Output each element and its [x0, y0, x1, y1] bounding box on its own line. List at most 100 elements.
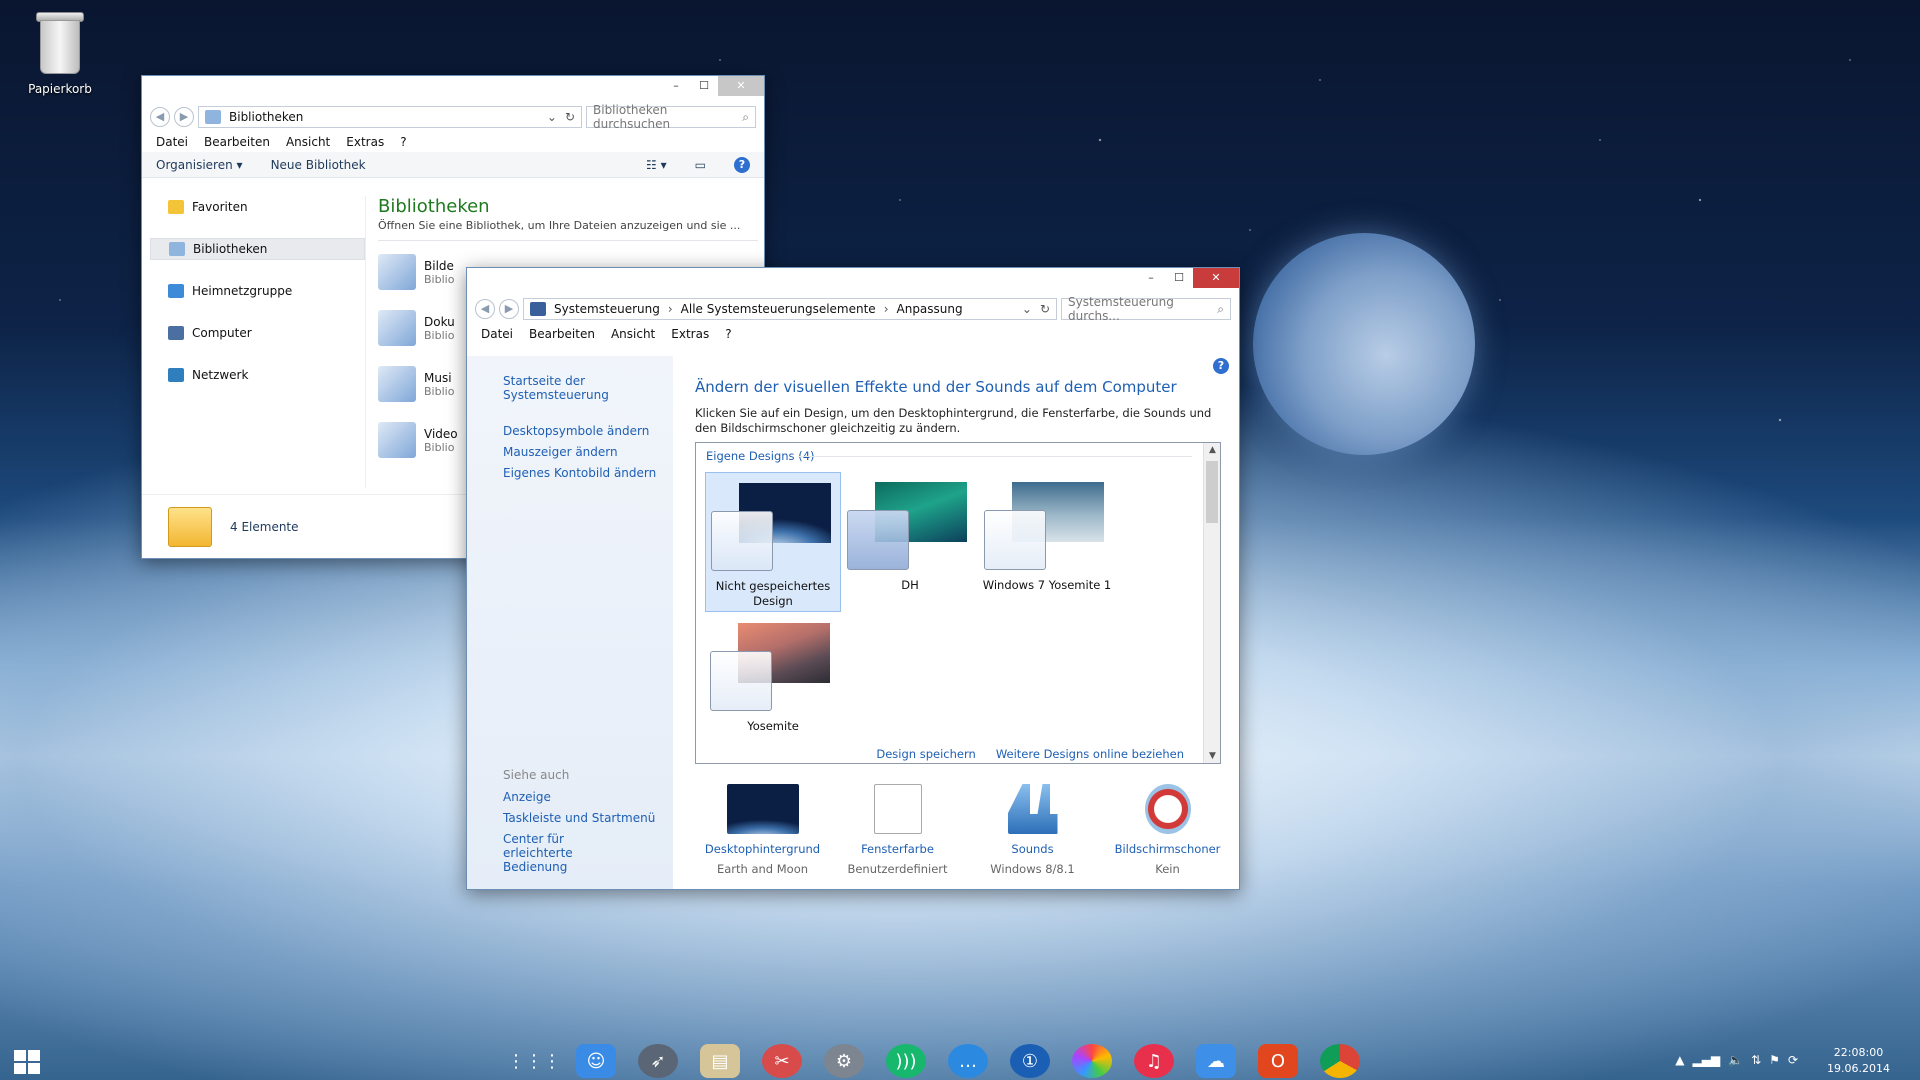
maximize-button[interactable]: ☐	[690, 76, 718, 96]
more-designs-link[interactable]: Weitere Designs online beziehen	[996, 747, 1184, 761]
refresh-icon[interactable]: ↻	[1040, 302, 1050, 316]
menu-ansicht[interactable]: Ansicht	[611, 327, 655, 341]
library-icon	[169, 242, 185, 256]
minimize-button[interactable]: –	[662, 76, 690, 96]
sounds-setting[interactable]: Sounds Windows 8/8.1	[965, 784, 1100, 876]
nav-computer[interactable]: Computer	[150, 322, 365, 344]
link-display[interactable]: Anzeige	[503, 790, 655, 804]
forward-arrow-icon[interactable]: ▶	[499, 299, 519, 319]
forward-arrow-icon[interactable]: ▶	[174, 107, 194, 127]
chevron-down-icon[interactable]: ⌄	[1022, 302, 1032, 316]
volume-icon[interactable]: 🔈	[1728, 1053, 1743, 1067]
breadcrumb-systemsteuerung[interactable]: Systemsteuerung	[554, 302, 660, 316]
photos-icon[interactable]	[1072, 1044, 1112, 1078]
notes-icon[interactable]: ▤	[700, 1044, 740, 1078]
system-tray: ▲ ▂▄▆ 🔈 ⇅ ⚑ ⟳	[1675, 1053, 1798, 1067]
recycle-bin[interactable]: Papierkorb	[22, 6, 98, 96]
sync-icon[interactable]: ⟳	[1788, 1053, 1798, 1067]
computer-icon	[168, 326, 184, 340]
explorer-titlebar[interactable]: – ☐ ✕	[142, 76, 764, 102]
link-mouse-pointers[interactable]: Mauszeiger ändern	[503, 445, 673, 459]
theme-item[interactable]: Yosemite	[705, 613, 841, 753]
breadcrumb-bibliotheken[interactable]: Bibliotheken	[229, 110, 303, 124]
menu-help[interactable]: ?	[725, 327, 731, 341]
recycle-bin-icon	[32, 6, 88, 76]
menu-extras[interactable]: Extras	[671, 327, 709, 341]
theme-item[interactable]: DH	[842, 472, 978, 612]
explorer-search-input[interactable]: Bibliotheken durchsuchen ⌕	[586, 103, 756, 131]
chrome-icon[interactable]	[1320, 1044, 1360, 1078]
theme-item[interactable]: Nicht gespeichertes Design	[705, 472, 841, 612]
back-arrow-icon[interactable]: ◀	[475, 299, 495, 319]
videos-icon	[378, 422, 416, 458]
password-manager-icon[interactable]: ①	[1010, 1044, 1050, 1078]
close-button[interactable]: ✕	[718, 76, 764, 96]
back-arrow-icon[interactable]: ◀	[150, 107, 170, 127]
office-icon[interactable]: O	[1258, 1044, 1298, 1078]
breadcrumb-alle-elemente[interactable]: Alle Systemsteuerungselemente	[681, 302, 876, 316]
launchpad-rocket-icon[interactable]: ➶	[638, 1044, 678, 1078]
personalization-window[interactable]: – ☐ ✕ ◀ ▶ Systemsteuerung › Alle Systems…	[466, 267, 1240, 890]
menu-datei[interactable]: Datei	[481, 327, 513, 341]
settings-gear-icon[interactable]: ⚙	[824, 1044, 864, 1078]
breadcrumb-anpassung[interactable]: Anpassung	[897, 302, 963, 316]
view-options-icon[interactable]: ☷ ▾	[646, 158, 667, 172]
link-account-picture[interactable]: Eigenes Kontobild ändern	[503, 466, 673, 480]
link-ease-of-access[interactable]: Center für erleichterte Bedienung	[503, 832, 633, 874]
music-note-icon	[1007, 784, 1058, 834]
organize-button[interactable]: Organisieren ▾	[156, 158, 243, 172]
menu-ansicht[interactable]: Ansicht	[286, 135, 330, 149]
refresh-icon[interactable]: ↻	[565, 110, 575, 124]
tray-up-icon[interactable]: ▲	[1675, 1053, 1684, 1067]
explorer-menubar: Datei Bearbeiten Ansicht Extras ?	[142, 132, 764, 152]
link-cp-home[interactable]: Startseite der Systemsteuerung	[503, 374, 673, 402]
control-panel-icon	[530, 302, 546, 316]
window-color-icon	[873, 784, 922, 834]
theme-item[interactable]: Windows 7 Yosemite 1	[979, 472, 1115, 612]
finder-icon[interactable]: ☺	[576, 1044, 616, 1078]
menu-help[interactable]: ?	[400, 135, 406, 149]
preview-pane-icon[interactable]: ▭	[695, 158, 706, 172]
minimize-button[interactable]: –	[1137, 268, 1165, 288]
page-title: Bibliotheken	[378, 196, 490, 217]
star-icon	[168, 200, 184, 214]
start-button[interactable]	[14, 1050, 40, 1074]
new-library-button[interactable]: Neue Bibliothek	[271, 158, 366, 172]
explorer-address-bar[interactable]: Bibliotheken ⌄ ↻	[198, 106, 582, 128]
signal-icon[interactable]: ▂▄▆	[1692, 1053, 1720, 1067]
magnifier-icon[interactable]: ✂	[762, 1044, 802, 1078]
menu-bearbeiten[interactable]: Bearbeiten	[529, 327, 595, 341]
itunes-icon[interactable]: ♫	[1134, 1044, 1174, 1078]
search-icon: ⌕	[742, 109, 749, 124]
gallery-scrollbar[interactable]: ▲ ▼	[1203, 443, 1220, 763]
menu-extras[interactable]: Extras	[346, 135, 384, 149]
network-icon[interactable]: ⇅	[1751, 1053, 1761, 1067]
recycle-bin-label: Papierkorb	[28, 82, 92, 96]
cp-address-bar[interactable]: Systemsteuerung › Alle Systemsteuerungse…	[523, 298, 1057, 320]
personalization-titlebar[interactable]: – ☐ ✕	[467, 268, 1239, 294]
window-color-setting[interactable]: Fensterfarbe Benutzerdefiniert	[830, 784, 965, 876]
cp-search-input[interactable]: Systemsteuerung durchs... ⌕	[1061, 295, 1231, 323]
flag-icon[interactable]: ⚑	[1769, 1053, 1780, 1067]
menu-bearbeiten[interactable]: Bearbeiten	[204, 135, 270, 149]
link-desktop-icons[interactable]: Desktopsymbole ändern	[503, 424, 673, 438]
close-button[interactable]: ✕	[1193, 268, 1239, 288]
save-design-link[interactable]: Design speichern	[876, 747, 975, 761]
nav-heimnetzgruppe[interactable]: Heimnetzgruppe	[150, 280, 365, 302]
cloud-icon[interactable]: ☁	[1196, 1044, 1236, 1078]
nav-bibliotheken[interactable]: Bibliotheken	[150, 238, 365, 260]
pictures-icon	[378, 254, 416, 290]
app-grid-icon[interactable]: ⋮⋮⋮	[507, 1044, 561, 1078]
maximize-button[interactable]: ☐	[1165, 268, 1193, 288]
chevron-down-icon[interactable]: ⌄	[547, 110, 557, 124]
desktop-background-setting[interactable]: Desktophintergrund Earth and Moon	[695, 784, 830, 876]
screensaver-setting[interactable]: Bildschirmschoner Kein	[1100, 784, 1235, 876]
sound-wave-icon[interactable]: )))	[886, 1044, 926, 1078]
messages-icon[interactable]: …	[948, 1044, 988, 1078]
help-icon[interactable]: ?	[734, 156, 750, 173]
link-taskbar[interactable]: Taskleiste und Startmenü	[503, 811, 655, 825]
nav-netzwerk[interactable]: Netzwerk	[150, 364, 365, 386]
nav-favoriten[interactable]: Favoriten	[150, 196, 365, 218]
menu-datei[interactable]: Datei	[156, 135, 188, 149]
clock[interactable]: 22:08:00 19.06.2014	[1827, 1045, 1890, 1077]
